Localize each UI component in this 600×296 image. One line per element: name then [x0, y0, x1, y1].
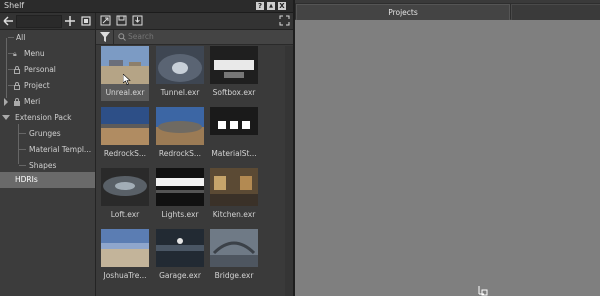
- shelf-settings-icon[interactable]: [80, 15, 92, 27]
- export-icon[interactable]: [132, 15, 143, 26]
- tree-item-extension-pack[interactable]: Extension Pack: [0, 110, 95, 126]
- thumbnail-lights[interactable]: Lights.exr: [156, 168, 204, 223]
- thumbnail-label: Garage.exr: [159, 271, 201, 280]
- search-bar: [96, 30, 298, 45]
- thumbnail-image: [210, 107, 258, 145]
- lock-icon: [14, 98, 20, 106]
- thumbnail-image: [210, 168, 258, 206]
- help-button[interactable]: ?: [256, 2, 264, 10]
- tree-item-label: Material Templ...: [29, 145, 92, 154]
- tree-item-label: Project: [24, 81, 50, 90]
- thumbnail-softbox[interactable]: Softbox.exr: [210, 46, 258, 101]
- thumbnail-kitchen[interactable]: Kitchen.exr: [210, 168, 258, 223]
- thumbnail-image: [156, 107, 204, 145]
- projects-panel[interactable]: [295, 20, 600, 296]
- tree-branch: [19, 133, 26, 134]
- collapse-panel-icon[interactable]: [2, 15, 14, 27]
- shelf-title-bar: Shelf ? ▲ X: [0, 0, 293, 13]
- thumbnail-label: Tunnel.exr: [160, 88, 200, 97]
- thumbnail-garage[interactable]: Garage.exr: [156, 229, 204, 284]
- tree-item-label: All: [16, 33, 26, 42]
- tab-projects[interactable]: Projects: [296, 4, 510, 20]
- thumbnail-label: RedrockS...: [103, 149, 147, 158]
- thumbnail-redrock-1[interactable]: RedrockS...: [101, 107, 149, 162]
- thumbnail-image: [156, 46, 204, 84]
- thumbnail-redrock-2[interactable]: RedrockS...: [156, 107, 204, 162]
- thumbnail-label: Kitchen.exr: [212, 210, 256, 219]
- tree-item-label: Personal: [24, 65, 56, 74]
- tree-branch: [8, 37, 14, 38]
- expand-arrow-icon[interactable]: [3, 98, 9, 106]
- tree-branch: [19, 165, 26, 166]
- window-title: Shelf: [4, 1, 25, 10]
- tree-item-all[interactable]: All: [0, 30, 95, 46]
- thumbnail-image: [210, 229, 258, 267]
- tree-item-label: Meri: [24, 97, 41, 106]
- browser-toolbar: [96, 13, 293, 30]
- thumbnail-label: Softbox.exr: [212, 88, 256, 97]
- pin-button[interactable]: ▲: [267, 2, 275, 10]
- search-input[interactable]: [128, 31, 298, 42]
- tree-item-material-templates[interactable]: Material Templ...: [0, 142, 95, 158]
- mouse-cursor-icon: [123, 74, 131, 85]
- thumbnail-label: Bridge.exr: [214, 271, 254, 280]
- tree-item-label: HDRIs: [15, 175, 38, 184]
- filter-icon[interactable]: [100, 32, 110, 42]
- tree-item-personal[interactable]: Personal: [0, 62, 95, 78]
- import-icon[interactable]: [100, 15, 111, 26]
- thumbnail-label: Loft.exr: [110, 210, 140, 219]
- tree-item-label: Grunges: [29, 129, 61, 138]
- tree-item-label: Extension Pack: [15, 113, 72, 122]
- tree-item-menu[interactable]: 🔒︎ Menu: [0, 46, 95, 62]
- tree-item-grunges[interactable]: Grunges: [0, 126, 95, 142]
- tree-item-meri[interactable]: Meri: [0, 94, 95, 110]
- browser-scrollbar[interactable]: [285, 46, 293, 296]
- thumbnail-joshuatree[interactable]: JoshuaTre...: [101, 229, 149, 284]
- lock-icon: [14, 66, 20, 74]
- lock-icon: [14, 82, 20, 90]
- thumbnail-image: [210, 46, 258, 84]
- tree-toolbar: [0, 13, 95, 30]
- tree-item-hdris[interactable]: HDRIs: [0, 172, 95, 188]
- tree-item-project[interactable]: Project: [0, 78, 95, 94]
- thumbnail-image: [101, 107, 149, 145]
- thumbnail-image: [101, 229, 149, 267]
- thumbnail-image: [156, 229, 204, 267]
- search-icon: [118, 33, 126, 41]
- thumbnail-tunnel[interactable]: Tunnel.exr: [156, 46, 204, 101]
- thumbnail-image: [156, 168, 204, 206]
- tab-empty[interactable]: [511, 4, 600, 20]
- thumbnail-materialst[interactable]: MaterialSt...: [210, 107, 258, 162]
- thumbnail-image: [101, 168, 149, 206]
- tree-filter-field[interactable]: [16, 15, 62, 28]
- save-icon[interactable]: [116, 15, 127, 26]
- thumbnail-bridge[interactable]: Bridge.exr: [210, 229, 258, 284]
- tree-item-label: Menu: [24, 49, 45, 58]
- thumbnail-label: Lights.exr: [161, 210, 199, 219]
- lock-icon: 🔒︎: [13, 50, 17, 58]
- drag-cursor-icon: [478, 286, 488, 296]
- thumbnail-label: RedrockS...: [158, 149, 202, 158]
- thumbnail-loft[interactable]: Loft.exr: [101, 168, 149, 223]
- thumbnail-label: MaterialSt...: [211, 149, 257, 158]
- separator: [113, 30, 114, 44]
- add-shelf-icon[interactable]: [64, 15, 76, 27]
- thumbnail-label: Unreal.exr: [105, 88, 145, 97]
- tree-branch: [19, 149, 26, 150]
- thumbnail-label: JoshuaTre...: [103, 271, 147, 280]
- collapse-arrow-icon[interactable]: [2, 115, 10, 121]
- close-button[interactable]: X: [278, 2, 286, 10]
- thumbnail-unreal[interactable]: Unreal.exr: [101, 46, 149, 101]
- maximize-icon[interactable]: [279, 15, 290, 26]
